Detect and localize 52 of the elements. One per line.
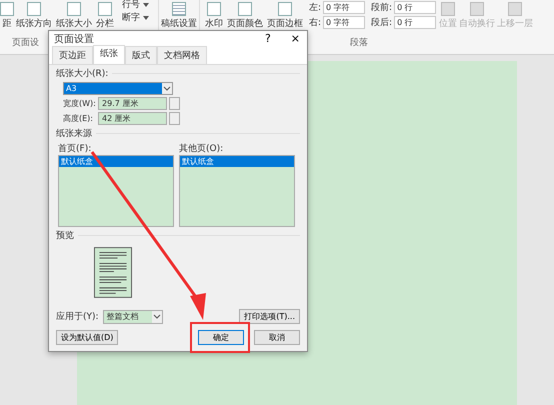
caret-icon bbox=[143, 16, 149, 20]
chevron-down-icon bbox=[152, 310, 162, 322]
group-label: 页面设 bbox=[12, 36, 39, 49]
section-heading: 纸张来源 bbox=[56, 128, 92, 140]
ribbon-button[interactable]: 页面颜色 bbox=[225, 0, 265, 30]
indent-label: 右: bbox=[309, 16, 322, 29]
apply-dropdown[interactable]: 整篇文档 bbox=[102, 310, 163, 324]
apply-label: 应用于(Y): bbox=[56, 310, 99, 323]
spacing-field[interactable]: 0 行 bbox=[394, 1, 436, 14]
highlight-frame bbox=[190, 322, 250, 353]
tab[interactable]: 版式 bbox=[125, 46, 157, 64]
spin-button[interactable] bbox=[169, 97, 180, 110]
help-button[interactable]: ? bbox=[260, 32, 275, 45]
ribbon-button[interactable]: 分栏 bbox=[94, 0, 116, 30]
width-label: 宽度(W): bbox=[63, 98, 96, 109]
tab[interactable]: 文档网格 bbox=[157, 46, 207, 64]
dialog-title: 页面设置 bbox=[54, 32, 94, 46]
print-options-button[interactable]: 打印选项(T)... bbox=[239, 309, 300, 324]
spacing-field[interactable]: 0 行 bbox=[394, 16, 436, 29]
ribbon-button[interactable]: 断字 bbox=[122, 13, 149, 24]
paper-size-dropdown[interactable]: A3 bbox=[63, 82, 173, 95]
tab[interactable]: 页边距 bbox=[52, 46, 93, 64]
dialog-button[interactable]: 确定 bbox=[198, 330, 244, 345]
width-field[interactable]: 29.7 厘米 bbox=[98, 97, 167, 110]
height-field[interactable]: 42 厘米 bbox=[98, 112, 167, 125]
indent-field[interactable]: 0 字符 bbox=[323, 16, 366, 29]
ribbon-button[interactable]: 距 bbox=[0, 0, 14, 30]
height-label: 高度(E): bbox=[63, 113, 94, 124]
spin-button[interactable] bbox=[169, 112, 180, 125]
list-item[interactable]: 默认纸盒 bbox=[180, 156, 294, 167]
group-label: 段落 bbox=[350, 36, 368, 49]
section-heading: 纸张大小(R): bbox=[56, 68, 108, 80]
dialog-button[interactable]: 取消 bbox=[254, 330, 300, 345]
indent-field[interactable]: 0 字符 bbox=[323, 1, 366, 14]
ribbon-button[interactable]: 水印 bbox=[203, 0, 225, 30]
dialog-button[interactable]: 设为默认值(D) bbox=[56, 330, 118, 345]
section-heading: 预览 bbox=[56, 230, 74, 242]
ribbon-button[interactable]: 页面边框 bbox=[265, 0, 305, 30]
page-preview-drawing bbox=[94, 246, 132, 299]
close-button[interactable]: × bbox=[286, 32, 304, 45]
list-label: 其他页(O): bbox=[179, 142, 224, 155]
tab[interactable]: 纸张 bbox=[93, 45, 125, 64]
caret-icon bbox=[143, 2, 149, 7]
spacing-label: 段后: bbox=[371, 16, 392, 29]
spacing-label: 段前: bbox=[371, 2, 392, 14]
indent-label: 左: bbox=[309, 2, 322, 14]
list-item[interactable]: 默认纸盒 bbox=[59, 156, 173, 167]
ribbon-button[interactable]: 纸张大小 bbox=[54, 0, 94, 30]
chevron-down-icon bbox=[162, 83, 172, 94]
ribbon-button[interactable]: 纸张方向 bbox=[14, 0, 54, 30]
list-label: 首页(F): bbox=[58, 142, 92, 155]
ribbon-button[interactable]: 行号 bbox=[122, 0, 149, 11]
